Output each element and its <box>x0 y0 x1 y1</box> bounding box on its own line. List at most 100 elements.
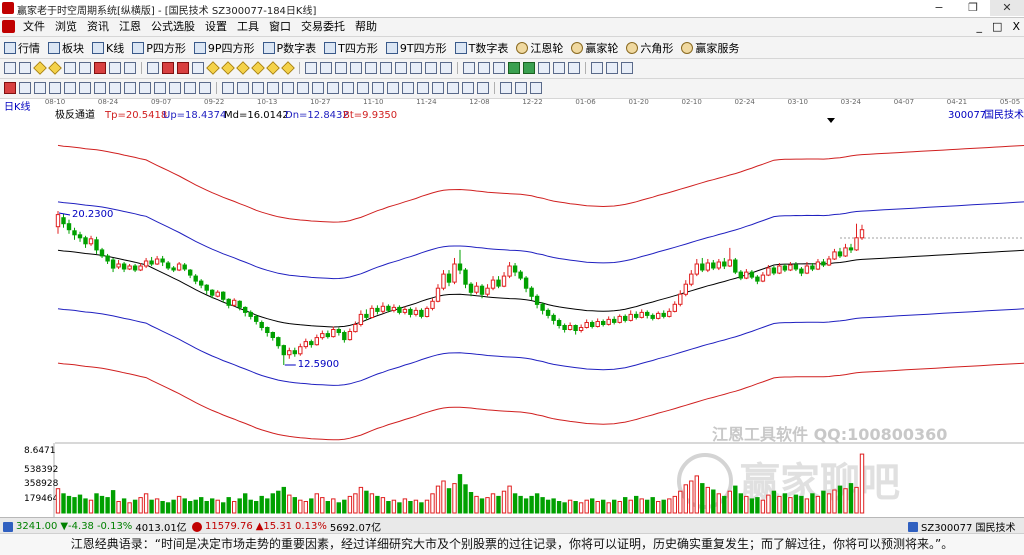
analysis-tool-36-icon[interactable] <box>530 82 542 94</box>
toolbar-t-square-button[interactable]: T四方形 <box>324 40 378 56</box>
analysis-tool-1-icon[interactable] <box>19 82 31 94</box>
indicator-dropdown-icon[interactable] <box>827 118 835 123</box>
analysis-tool-30-icon[interactable] <box>447 82 459 94</box>
drawing-tool-0-icon[interactable] <box>4 62 16 74</box>
menu-settings[interactable]: 设置 <box>200 20 232 34</box>
analysis-tool-15-icon[interactable] <box>222 82 234 94</box>
drawing-tool-22-icon[interactable] <box>320 62 332 74</box>
drawing-tool-12-icon[interactable] <box>177 62 189 74</box>
drawing-tool-21-icon[interactable] <box>305 62 317 74</box>
drawing-tool-28-icon[interactable] <box>410 62 422 74</box>
menu-trade[interactable]: 交易委托 <box>296 20 350 34</box>
restore-button[interactable]: ❐ <box>956 0 990 16</box>
drawing-tool-19-icon[interactable] <box>281 61 295 75</box>
drawing-tool-2-icon[interactable] <box>33 61 47 75</box>
analysis-tool-27-icon[interactable] <box>402 82 414 94</box>
toolbar-9p-square-button[interactable]: 9P四方形 <box>193 40 255 56</box>
menu-help[interactable]: 帮助 <box>350 20 382 34</box>
analysis-tool-3-icon[interactable] <box>49 82 61 94</box>
menu-gann[interactable]: 江恩 <box>114 20 146 34</box>
analysis-tool-6-icon[interactable] <box>94 82 106 94</box>
toolbar-t-number-table-button[interactable]: T数字表 <box>454 40 508 56</box>
analysis-tool-20-icon[interactable] <box>297 82 309 94</box>
toolbar-winner-wheel-button[interactable]: 赢家轮 <box>571 40 618 56</box>
drawing-tool-25-icon[interactable] <box>365 62 377 74</box>
mdi-close-button[interactable]: X <box>1012 20 1020 33</box>
drawing-tool-39-icon[interactable] <box>568 62 580 74</box>
toolbar-9t-square-button[interactable]: 9T四方形 <box>385 40 447 56</box>
analysis-tool-25-icon[interactable] <box>372 82 384 94</box>
drawing-tool-33-icon[interactable] <box>478 62 490 74</box>
analysis-tool-17-icon[interactable] <box>252 82 264 94</box>
drawing-tool-24-icon[interactable] <box>350 62 362 74</box>
menu-news[interactable]: 资讯 <box>82 20 114 34</box>
drawing-tool-35-icon[interactable] <box>508 62 520 74</box>
analysis-tool-7-icon[interactable] <box>109 82 121 94</box>
drawing-tool-1-icon[interactable] <box>19 62 31 74</box>
drawing-tool-26-icon[interactable] <box>380 62 392 74</box>
analysis-tool-22-icon[interactable] <box>327 82 339 94</box>
drawing-tool-5-icon[interactable] <box>79 62 91 74</box>
toolbar-p-square-button[interactable]: P四方形 <box>132 40 186 56</box>
drawing-tool-16-icon[interactable] <box>236 61 250 75</box>
analysis-tool-19-icon[interactable] <box>282 82 294 94</box>
drawing-tool-8-icon[interactable] <box>124 62 136 74</box>
analysis-tool-23-icon[interactable] <box>342 82 354 94</box>
drawing-tool-30-icon[interactable] <box>440 62 452 74</box>
drawing-tool-18-icon[interactable] <box>266 61 280 75</box>
analysis-tool-9-icon[interactable] <box>139 82 151 94</box>
analysis-tool-32-icon[interactable] <box>477 82 489 94</box>
drawing-tool-6-icon[interactable] <box>94 62 106 74</box>
analysis-tool-34-icon[interactable] <box>500 82 512 94</box>
drawing-tool-3-icon[interactable] <box>48 61 62 75</box>
analysis-tool-31-icon[interactable] <box>462 82 474 94</box>
drawing-tool-27-icon[interactable] <box>395 62 407 74</box>
analysis-tool-21-icon[interactable] <box>312 82 324 94</box>
menu-tools[interactable]: 工具 <box>232 20 264 34</box>
drawing-tool-13-icon[interactable] <box>192 62 204 74</box>
drawing-tool-23-icon[interactable] <box>335 62 347 74</box>
analysis-tool-0-icon[interactable] <box>4 82 16 94</box>
analysis-tool-11-icon[interactable] <box>169 82 181 94</box>
drawing-tool-43-icon[interactable] <box>621 62 633 74</box>
analysis-tool-24-icon[interactable] <box>357 82 369 94</box>
drawing-tool-4-icon[interactable] <box>64 62 76 74</box>
analysis-tool-8-icon[interactable] <box>124 82 136 94</box>
analysis-tool-16-icon[interactable] <box>237 82 249 94</box>
analysis-tool-29-icon[interactable] <box>432 82 444 94</box>
drawing-tool-41-icon[interactable] <box>591 62 603 74</box>
drawing-tool-37-icon[interactable] <box>538 62 550 74</box>
mdi-minimize-button[interactable]: _ <box>977 20 983 33</box>
analysis-tool-28-icon[interactable] <box>417 82 429 94</box>
drawing-tool-34-icon[interactable] <box>493 62 505 74</box>
menu-file[interactable]: 文件 <box>18 20 50 34</box>
drawing-tool-14-icon[interactable] <box>206 61 220 75</box>
drawing-tool-11-icon[interactable] <box>162 62 174 74</box>
minimize-button[interactable]: − <box>922 0 956 16</box>
toolbar-winner-service-button[interactable]: 赢家服务 <box>681 40 739 56</box>
analysis-tool-35-icon[interactable] <box>515 82 527 94</box>
analysis-tool-5-icon[interactable] <box>79 82 91 94</box>
analysis-tool-18-icon[interactable] <box>267 82 279 94</box>
drawing-tool-38-icon[interactable] <box>553 62 565 74</box>
drawing-tool-10-icon[interactable] <box>147 62 159 74</box>
drawing-tool-17-icon[interactable] <box>251 61 265 75</box>
menu-browse[interactable]: 浏览 <box>50 20 82 34</box>
toolbar-p-number-table-button[interactable]: P数字表 <box>262 40 316 56</box>
toolbar-gann-wheel-button[interactable]: 江恩轮 <box>516 40 563 56</box>
sz-index-segment[interactable]: 11579.76 ▲15.31 0.13% 5692.07亿 <box>192 519 381 534</box>
kline-chart[interactable]: 08-10 08-24 09-07 09-22 10-13 10-27 11-10 11-24… <box>0 99 1024 517</box>
drawing-tool-15-icon[interactable] <box>221 61 235 75</box>
close-button[interactable]: ✕ <box>990 0 1024 16</box>
analysis-tool-2-icon[interactable] <box>34 82 46 94</box>
analysis-tool-13-icon[interactable] <box>199 82 211 94</box>
toolbar-quotes-button[interactable]: 行情 <box>4 40 40 56</box>
toolbar-hexagon-button[interactable]: 六角形 <box>626 40 673 56</box>
mdi-restore-button[interactable]: □ <box>992 20 1002 33</box>
analysis-tool-26-icon[interactable] <box>387 82 399 94</box>
menu-window[interactable]: 窗口 <box>264 20 296 34</box>
drawing-tool-7-icon[interactable] <box>109 62 121 74</box>
drawing-tool-32-icon[interactable] <box>463 62 475 74</box>
drawing-tool-29-icon[interactable] <box>425 62 437 74</box>
menu-formula-screen[interactable]: 公式选股 <box>146 20 200 34</box>
